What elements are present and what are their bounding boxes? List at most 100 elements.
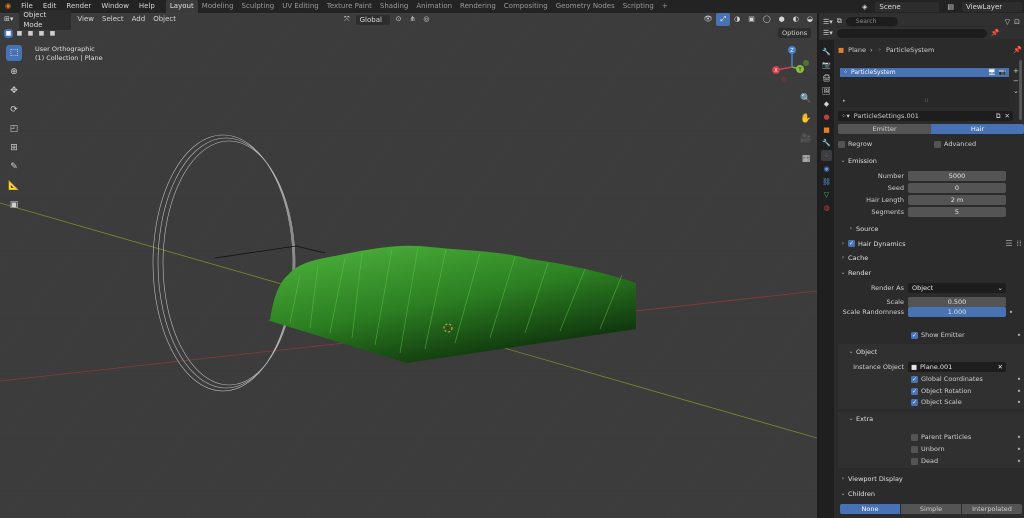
transform-tool-icon[interactable]: ⊞	[6, 140, 22, 156]
modifier-tab-icon[interactable]: 🔧	[821, 137, 832, 148]
xray-icon[interactable]: ▣	[744, 13, 759, 26]
scene-tab-icon[interactable]: ◆	[821, 98, 832, 109]
output-tab-icon[interactable]: 🖨	[821, 72, 832, 83]
object-tab-icon[interactable]: ■	[821, 124, 832, 135]
editor-type-icon[interactable]: ⊞▾	[0, 13, 17, 26]
outliner-filter-icon[interactable]: ⧉	[837, 17, 842, 26]
navigation-gizmo[interactable]: X Y Z	[770, 45, 814, 89]
show-viewport-icon[interactable]: 🖥	[988, 69, 996, 76]
unborn-checkbox[interactable]	[911, 445, 918, 453]
remove-slot-icon[interactable]: −	[1013, 77, 1019, 85]
show-render-icon[interactable]: 📷	[999, 69, 1006, 76]
advanced-checkbox[interactable]	[934, 140, 941, 148]
shading-rendered-icon[interactable]: ◒	[803, 13, 817, 26]
instance-object-field[interactable]: ■ Plane.001 ✕	[908, 362, 1006, 372]
add-slot-icon[interactable]: +	[1013, 67, 1019, 75]
outliner-funnel-icon[interactable]: ▽	[1005, 18, 1010, 26]
animate-property-icon[interactable]: •	[1014, 375, 1024, 384]
seed-field[interactable]: 0	[908, 183, 1006, 193]
duplicate-settings-icon[interactable]: ⧉	[996, 112, 1001, 121]
select-subtract-icon[interactable]: ■	[26, 29, 35, 38]
tab-geometry-nodes[interactable]: Geometry Nodes	[552, 0, 619, 13]
rotate-tool-icon[interactable]: ⟳	[6, 102, 22, 118]
object-rotation-checkbox[interactable]: ✓	[911, 387, 918, 395]
physics-tab-icon[interactable]: ◉	[821, 163, 832, 174]
view-layer-icon[interactable]: ▤	[943, 2, 958, 12]
animate-property-icon[interactable]: •	[1014, 433, 1024, 442]
hair-dynamics-checkbox[interactable]: ✓	[848, 240, 855, 247]
pin-icon[interactable]: 📌	[991, 29, 1000, 37]
scale-tool-icon[interactable]: ◰	[6, 121, 22, 137]
menu-window[interactable]: Window	[96, 0, 134, 13]
menu-object[interactable]: Object	[149, 13, 180, 26]
view-layer-selector[interactable]: ViewLayer	[962, 1, 1022, 12]
children-none-button[interactable]: None	[840, 504, 900, 514]
tab-rendering[interactable]: Rendering	[456, 0, 500, 13]
properties-scrollbar[interactable]	[1019, 60, 1022, 120]
animate-property-icon[interactable]: •	[1014, 445, 1024, 454]
tab-animation[interactable]: Animation	[412, 0, 456, 13]
settings-browse-icon[interactable]: ⁘▾	[841, 112, 850, 120]
measure-tool-icon[interactable]: 📐	[6, 178, 22, 194]
regrow-checkbox[interactable]	[838, 140, 845, 148]
drag-handle-icon[interactable]: ⁞⁞	[1014, 239, 1024, 248]
tab-layout[interactable]: Layout	[165, 0, 198, 13]
hair-length-field[interactable]: 2 m	[908, 195, 1006, 205]
mode-selector[interactable]: Object Mode	[19, 9, 72, 30]
animate-property-icon[interactable]: •	[1014, 457, 1024, 466]
tab-scripting[interactable]: Scripting	[619, 0, 658, 13]
select-invert-icon[interactable]: ■	[37, 29, 46, 38]
hair-dynamics-panel-header[interactable]: › ✓ Hair Dynamics ☰ ⁞⁞	[838, 237, 1024, 250]
type-hair-button[interactable]: Hair	[931, 124, 1024, 134]
tab-texture-paint[interactable]: Texture Paint	[323, 0, 376, 13]
close-icon[interactable]: ✕	[998, 362, 1003, 372]
animate-property-icon[interactable]: •	[1014, 387, 1024, 396]
orientation-icon[interactable]: ⤧	[340, 13, 354, 26]
scale-randomness-field[interactable]: 1.000	[908, 307, 1006, 317]
pan-hand-icon[interactable]: ✋	[798, 111, 814, 127]
animate-property-icon[interactable]: •	[1014, 398, 1024, 407]
gizmo-toggle-icon[interactable]: ⤢	[716, 13, 731, 26]
outliner-search-input[interactable]: Search	[845, 17, 898, 26]
object-scale-checkbox[interactable]: ✓	[911, 398, 918, 406]
tool-tab-icon[interactable]: 🔧	[821, 46, 832, 57]
type-emitter-button[interactable]: Emitter	[838, 124, 931, 134]
parent-particles-checkbox[interactable]	[911, 433, 918, 441]
shading-solid-icon[interactable]: ●	[775, 13, 789, 26]
proportional-edit-icon[interactable]: ◎	[419, 13, 433, 26]
shading-material-icon[interactable]: ◐	[789, 13, 803, 26]
tab-sculpting[interactable]: Sculpting	[238, 0, 279, 13]
add-cube-tool-icon[interactable]: ▣	[6, 197, 22, 213]
visibility-icon[interactable]: 👁	[700, 13, 717, 26]
source-panel-header[interactable]: › Source	[846, 222, 1024, 235]
annotate-tool-icon[interactable]: ✎	[6, 159, 22, 175]
camera-view-icon[interactable]: 🎥	[798, 131, 814, 147]
transform-orientation-selector[interactable]: Global	[355, 14, 390, 25]
menu-view[interactable]: View	[73, 13, 98, 26]
ortho-grid-icon[interactable]: ▦	[798, 151, 814, 167]
menu-help[interactable]: Help	[134, 0, 160, 13]
overlay-toggle-icon[interactable]: ◑	[730, 13, 744, 26]
data-tab-icon[interactable]: ▽	[821, 189, 832, 200]
menu-select[interactable]: Select	[98, 13, 128, 26]
render-as-dropdown[interactable]: Object ⌄	[908, 283, 1006, 293]
new-collection-icon[interactable]: ⊡	[1014, 18, 1020, 26]
move-tool-icon[interactable]: ✥	[6, 83, 22, 99]
extra-panel-header[interactable]: ⌄ Extra	[846, 412, 1024, 425]
blender-logo-icon[interactable]: ◉	[0, 0, 16, 13]
global-coordinates-checkbox[interactable]: ✓	[911, 375, 918, 383]
tab-shading[interactable]: Shading	[376, 0, 412, 13]
number-field[interactable]: 5000	[908, 171, 1006, 181]
dead-checkbox[interactable]	[911, 457, 918, 465]
outliner-editor-icon[interactable]: ☰▾	[823, 18, 833, 26]
unlink-settings-icon[interactable]: ✕	[1005, 112, 1010, 120]
animate-property-icon[interactable]: •	[1014, 331, 1024, 340]
render-tab-icon[interactable]: 📷	[821, 59, 832, 70]
select-extend-icon[interactable]: ■	[15, 29, 24, 38]
options-button[interactable]: Options	[778, 28, 812, 38]
particle-settings-selector[interactable]: ⁘▾ ParticleSettings.001 ⧉ ✕	[838, 111, 1013, 121]
list-item[interactable]: ⁘ ParticleSystem 🖥 📷	[840, 68, 1009, 77]
list-menu-icon[interactable]: ⌄	[1013, 87, 1019, 95]
snap-icon[interactable]: ⋔	[405, 13, 419, 26]
children-simple-button[interactable]: Simple	[901, 504, 961, 514]
